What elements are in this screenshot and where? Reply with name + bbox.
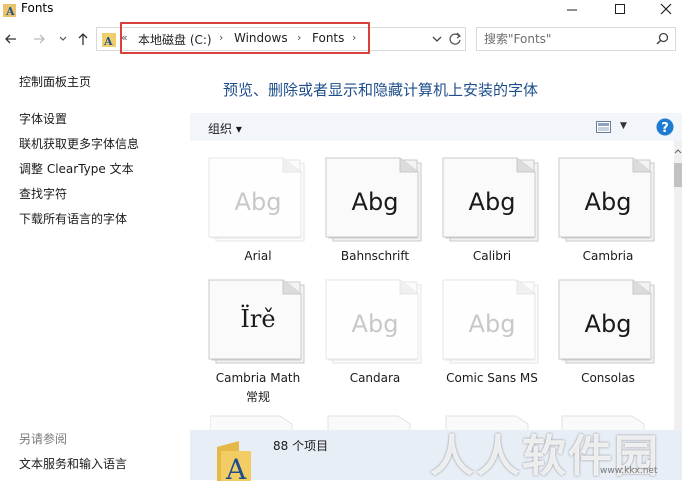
- font-name-label: Comic Sans MS: [446, 371, 538, 385]
- arrow-left-icon: [5, 34, 16, 44]
- font-name-label: Cambria Math: [215, 371, 301, 385]
- maximize-button[interactable]: [598, 0, 642, 18]
- text-services-link[interactable]: 文本服务和输入语言: [19, 455, 127, 472]
- recent-locations-button[interactable]: [54, 30, 72, 48]
- window-title: Fonts: [21, 1, 54, 15]
- page-heading: 预览、删除或者显示和隐藏计算机上安装的字体: [223, 81, 539, 99]
- minimize-icon: [567, 9, 577, 11]
- up-button[interactable]: [74, 30, 92, 48]
- find-character-link[interactable]: 查找字符: [19, 185, 67, 202]
- font-settings-link[interactable]: 字体设置: [19, 110, 67, 127]
- search-input[interactable]: [484, 31, 644, 47]
- forward-button[interactable]: [30, 30, 48, 48]
- svg-text:?: ?: [661, 121, 669, 136]
- adjust-cleartype-link[interactable]: 调整 ClearType 文本: [19, 160, 134, 177]
- search-icon: [656, 32, 669, 45]
- back-button[interactable]: [2, 30, 20, 48]
- svg-text:A: A: [103, 35, 113, 47]
- svg-text:A: A: [225, 453, 247, 481]
- scroll-up-icon[interactable]: [674, 147, 682, 155]
- view-options-caret[interactable]: ▼: [620, 121, 627, 131]
- item-count: 88 个项目: [273, 439, 329, 453]
- arrow-up-icon: [78, 33, 88, 45]
- font-sample-text: Ïrě: [240, 305, 276, 333]
- refresh-icon[interactable]: [448, 31, 462, 47]
- font-name-label: Calibri: [472, 249, 512, 263]
- fonts-folder-icon: A: [3, 4, 16, 18]
- font-sample-text: Abg: [351, 310, 399, 338]
- font-sample-text: Abg: [234, 188, 282, 216]
- fonts-folder-large-icon: A: [217, 441, 251, 481]
- see-also-title: 另请参阅: [19, 432, 68, 446]
- font-name-label: Bahnschrift: [340, 249, 410, 263]
- arrow-right-icon: [34, 34, 45, 44]
- font-name-label: Arial: [244, 249, 272, 263]
- close-button[interactable]: [644, 0, 682, 18]
- font-sample-text: Abg: [584, 310, 632, 338]
- address-dropdown-icon[interactable]: [432, 34, 442, 44]
- chevron-down-icon: [59, 36, 67, 41]
- organize-menu[interactable]: 组织 ▾: [208, 120, 242, 137]
- font-sample-text: Abg: [468, 188, 516, 216]
- font-name-label: Candara: [349, 371, 401, 385]
- font-name-label: Cambria: [582, 249, 634, 263]
- maximize-icon: [615, 4, 625, 14]
- address-highlight-box: [120, 22, 370, 54]
- control-panel-home-link[interactable]: 控制面板主页: [19, 73, 91, 90]
- font-sample-text: Abg: [584, 188, 632, 216]
- svg-text:A: A: [5, 5, 15, 18]
- font-sample-text: Abg: [351, 188, 399, 216]
- minimize-button[interactable]: [550, 0, 594, 18]
- change-view-icon[interactable]: [596, 121, 611, 133]
- font-name-label: Consolas: [581, 371, 635, 385]
- title-bar: A Fonts: [0, 0, 682, 22]
- fonts-folder-icon: A: [102, 33, 116, 47]
- font-sample-text: Abg: [468, 310, 516, 338]
- get-font-info-online-link[interactable]: 联机获取更多字体信息: [19, 135, 139, 152]
- watermark-url: www.kkx.net: [600, 466, 658, 476]
- font-style-label: 常规: [245, 390, 270, 404]
- scrollbar-thumb[interactable]: [674, 163, 682, 187]
- help-icon[interactable]: ?: [656, 118, 674, 136]
- download-fonts-link[interactable]: 下载所有语言的字体: [19, 210, 127, 227]
- close-icon: [660, 3, 672, 15]
